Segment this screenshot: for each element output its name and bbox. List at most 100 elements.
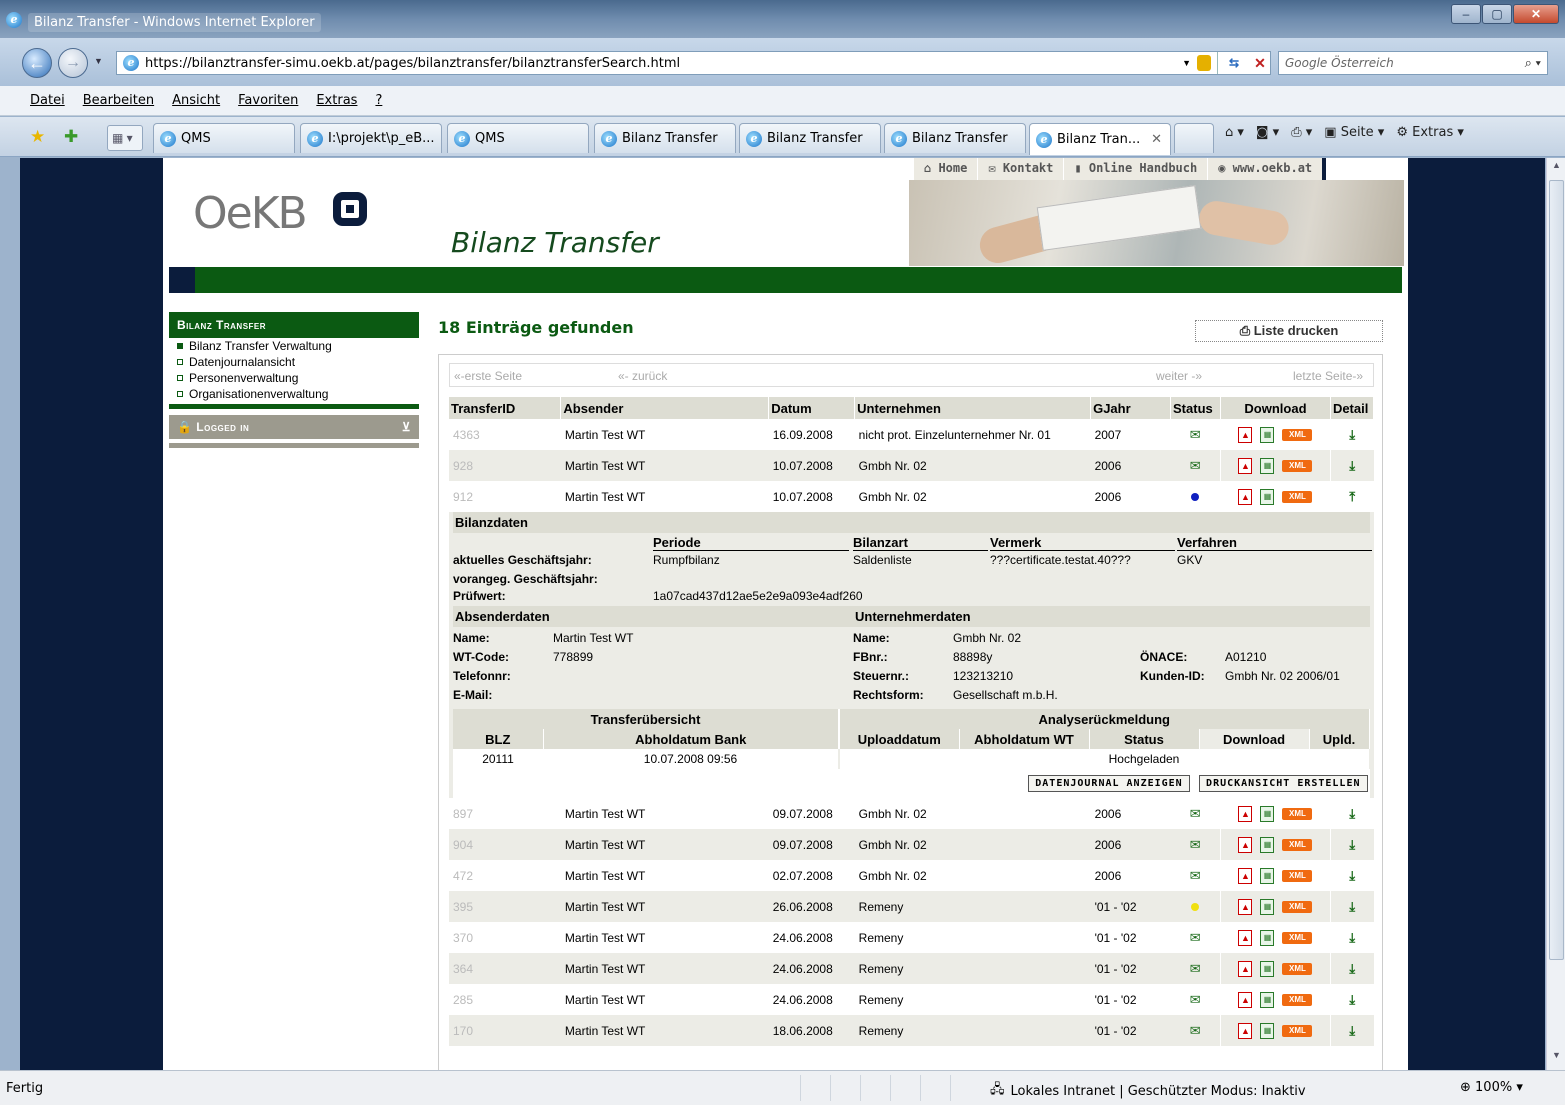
search-icon[interactable]: ⌕ ▾: [1525, 55, 1541, 71]
vertical-scrollbar[interactable]: ▲ ▼: [1546, 158, 1565, 1070]
menu-bearbeiten[interactable]: Bearbeiten: [83, 93, 154, 108]
cell-transferid[interactable]: 364: [449, 953, 561, 984]
tab-bilanz-1[interactable]: e Bilanz Transfer: [594, 123, 736, 153]
pager-next[interactable]: weiter -»: [1156, 369, 1202, 383]
tools-menu[interactable]: ⚙ Extras ▾: [1396, 125, 1464, 140]
xml-icon[interactable]: XML: [1282, 993, 1313, 1006]
print-icon[interactable]: ⎙ ▾: [1291, 125, 1312, 140]
close-button[interactable]: ✕: [1513, 4, 1559, 24]
nav-kontakt[interactable]: ✉ Kontakt: [977, 158, 1063, 180]
envelope-icon[interactable]: ✉: [1190, 930, 1201, 945]
table-row[interactable]: 904 Martin Test WT 09.07.2008 Gmbh Nr. 02 20…: [449, 829, 1374, 860]
stop-icon[interactable]: ✕: [1250, 55, 1270, 72]
menu-favoriten[interactable]: Favoriten: [238, 93, 298, 108]
pdf-icon[interactable]: ▲: [1238, 488, 1253, 505]
xml-icon[interactable]: XML: [1282, 459, 1313, 472]
table-row[interactable]: 285 Martin Test WT 24.06.2008 Remeny '01 - '…: [449, 984, 1374, 1015]
nav-home[interactable]: ⌂ Home: [913, 158, 977, 180]
url-text[interactable]: https://bilanztransfer-simu.oekb.at/page…: [145, 56, 1176, 71]
logged-in-panel[interactable]: 🔒 Logged in ⊻: [169, 415, 419, 439]
forward-button[interactable]: →: [58, 48, 88, 78]
back-button[interactable]: ←: [22, 48, 52, 78]
menu-extras[interactable]: Extras: [316, 93, 357, 108]
xml-icon[interactable]: XML: [1282, 428, 1313, 441]
home-icon[interactable]: ⌂ ▾: [1225, 125, 1244, 140]
detail-toggle-icon[interactable]: ⤓: [1349, 427, 1355, 442]
excel-icon[interactable]: ▦: [1260, 929, 1275, 946]
xml-icon[interactable]: XML: [1282, 1024, 1313, 1037]
envelope-icon[interactable]: ✉: [1190, 806, 1201, 821]
menu-datei[interactable]: Datei: [30, 93, 65, 108]
sidebar-item-personen[interactable]: Personenverwaltung: [169, 370, 419, 386]
cell-transferid[interactable]: 897: [449, 798, 561, 829]
lock-icon[interactable]: [1197, 55, 1211, 71]
cell-transferid[interactable]: 4363: [449, 419, 561, 450]
pdf-icon[interactable]: ▲: [1238, 991, 1253, 1008]
excel-icon[interactable]: ▦: [1260, 867, 1275, 884]
envelope-icon[interactable]: ✉: [1190, 458, 1201, 473]
scroll-down-icon[interactable]: ▼: [1547, 1050, 1565, 1068]
address-dropdown-icon[interactable]: ▼: [1182, 58, 1191, 68]
excel-icon[interactable]: ▦: [1260, 488, 1275, 505]
envelope-icon[interactable]: ✉: [1190, 1023, 1201, 1038]
envelope-icon[interactable]: ✉: [1190, 868, 1201, 883]
xml-icon[interactable]: XML: [1282, 838, 1313, 851]
feeds-icon[interactable]: ◙ ▾: [1256, 125, 1279, 140]
col-transferid[interactable]: TransferID: [449, 397, 562, 419]
nav-handbuch[interactable]: ▮ Online Handbuch: [1063, 158, 1207, 180]
table-row[interactable]: 897 Martin Test WT 09.07.2008 Gmbh Nr. 02 20…: [449, 798, 1374, 829]
table-row[interactable]: 170 Martin Test WT 18.06.2008 Remeny '01 - '…: [449, 1015, 1374, 1046]
datenjournal-button[interactable]: DATENJOURNAL ANZEIGEN: [1028, 775, 1190, 792]
search-input[interactable]: Google Österreich: [1285, 56, 1525, 70]
cell-transferid[interactable]: 395: [449, 891, 561, 922]
druckansicht-button[interactable]: DRUCKANSICHT ERSTELLEN: [1199, 775, 1368, 792]
cell-transferid[interactable]: 904: [449, 829, 561, 860]
tab-projekt[interactable]: e I:\projekt\p_eB...: [300, 123, 442, 153]
sidebar-item-verwaltung[interactable]: Bilanz Transfer Verwaltung: [169, 338, 419, 354]
tab-qms-2[interactable]: e QMS: [447, 123, 589, 153]
table-row[interactable]: 928 Martin Test WT 10.07.2008 Gmbh Nr. 02 20…: [449, 450, 1374, 481]
pdf-icon[interactable]: ▲: [1238, 1022, 1253, 1039]
excel-icon[interactable]: ▦: [1260, 1022, 1275, 1039]
detail-toggle-icon[interactable]: ⤓: [1349, 458, 1355, 473]
detail-toggle-icon[interactable]: ⤓: [1349, 899, 1355, 914]
detail-toggle-icon[interactable]: ⤓: [1349, 930, 1355, 945]
scroll-thumb[interactable]: [1549, 180, 1564, 960]
table-row[interactable]: 370 Martin Test WT 24.06.2008 Remeny '01 - '…: [449, 922, 1374, 953]
table-row[interactable]: 4363 Martin Test WT 16.09.2008 nicht prot. …: [449, 419, 1374, 450]
history-dropdown-icon[interactable]: ▼: [94, 56, 103, 66]
pdf-icon[interactable]: ▲: [1238, 836, 1253, 853]
excel-icon[interactable]: ▦: [1260, 960, 1275, 977]
col-gjahr[interactable]: GJahr: [1090, 397, 1172, 419]
nav-website[interactable]: ◉ www.oekb.at: [1207, 158, 1322, 180]
detail-toggle-icon[interactable]: ⤓: [1349, 961, 1355, 976]
xml-icon[interactable]: XML: [1282, 490, 1313, 503]
pdf-icon[interactable]: ▲: [1238, 960, 1253, 977]
refresh-icon[interactable]: ⇆: [1224, 56, 1244, 70]
excel-icon[interactable]: ▦: [1260, 805, 1275, 822]
excel-icon[interactable]: ▦: [1260, 836, 1275, 853]
page-menu[interactable]: ▣ Seite ▾: [1324, 125, 1384, 140]
pdf-icon[interactable]: ▲: [1238, 805, 1253, 822]
menu-help[interactable]: ?: [375, 93, 382, 108]
envelope-icon[interactable]: ✉: [1190, 837, 1201, 852]
minimize-button[interactable]: –: [1451, 4, 1481, 24]
detail-toggle-icon[interactable]: ⤓: [1349, 1023, 1355, 1038]
cell-transferid[interactable]: 928: [449, 450, 561, 481]
maximize-button[interactable]: ▢: [1482, 4, 1512, 24]
excel-icon[interactable]: ▦: [1260, 991, 1275, 1008]
table-row[interactable]: 364 Martin Test WT 24.06.2008 Remeny '01 - '…: [449, 953, 1374, 984]
excel-icon[interactable]: ▦: [1260, 898, 1275, 915]
detail-toggle-icon[interactable]: ⤓: [1349, 868, 1355, 883]
new-tab[interactable]: [1174, 123, 1214, 153]
cell-transferid[interactable]: 170: [449, 1015, 561, 1046]
sidebar-item-organisationen[interactable]: Organisationenverwaltung: [169, 386, 419, 402]
tab-bilanz-2[interactable]: e Bilanz Transfer: [739, 123, 881, 153]
detail-toggle-icon[interactable]: ⤓: [1349, 992, 1355, 1007]
excel-icon[interactable]: ▦: [1260, 426, 1275, 443]
xml-icon[interactable]: XML: [1282, 900, 1313, 913]
add-favorite-icon[interactable]: ✚: [64, 127, 78, 147]
detail-toggle-icon[interactable]: ⤓: [1349, 837, 1355, 852]
excel-icon[interactable]: ▦: [1260, 457, 1275, 474]
pager-prev[interactable]: «- zurück: [618, 369, 667, 383]
